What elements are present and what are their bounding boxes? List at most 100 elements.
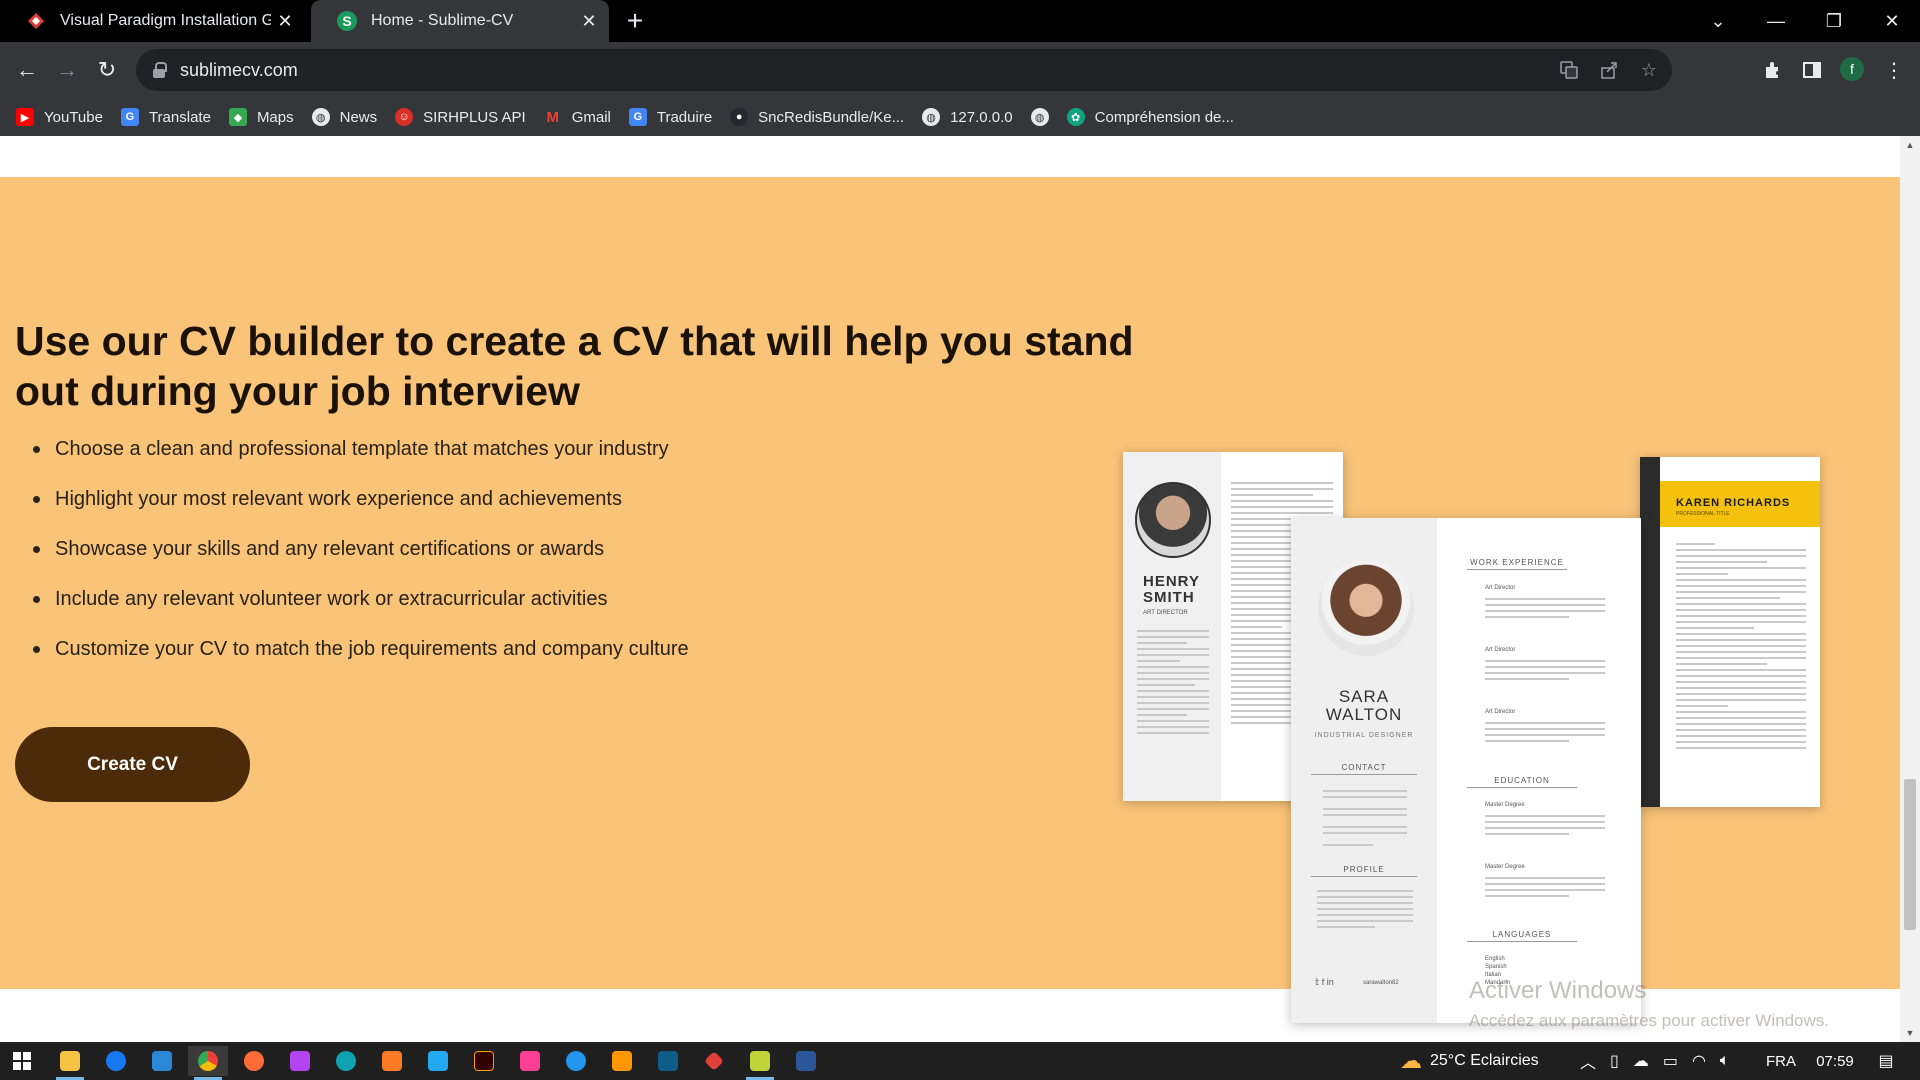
device-icon[interactable]: ▯ — [1610, 1051, 1619, 1071]
weather-widget[interactable]: ☁ 25°C Eclaircies — [1400, 1042, 1539, 1080]
cv-section-contact: CONTACT — [1311, 763, 1417, 775]
cv-template-karen-richards: KAREN RICHARDS PROFESSIONAL TITLE — [1640, 457, 1820, 807]
chrome-icon[interactable] — [188, 1046, 228, 1080]
edge-icon[interactable] — [326, 1046, 366, 1076]
cv-name: HENRY SMITH — [1143, 573, 1200, 606]
close-tab-icon[interactable]: ✕ — [575, 7, 603, 35]
reload-icon[interactable]: ↻ — [91, 54, 123, 86]
cv-section-languages: LANGUAGES — [1467, 930, 1577, 942]
feature-list: Choose a clean and professional template… — [15, 435, 689, 685]
cv-role: INDUSTRIAL DESIGNER — [1314, 732, 1414, 739]
translate-icon: G — [628, 108, 647, 126]
lock-icon[interactable] — [152, 62, 167, 78]
globe-icon: ◍ — [922, 108, 941, 126]
close-window-icon[interactable]: ✕ — [1864, 0, 1920, 42]
maps-icon: ◆ — [228, 108, 247, 126]
tab-strip: Visual Paradigm Installation Guide ✕ S H… — [0, 0, 1920, 42]
cv-placeholder-text — [1485, 660, 1605, 684]
translate-icon: G — [120, 108, 139, 126]
feature-item: Include any relevant volunteer work or e… — [15, 585, 689, 635]
cv-template-sara-walton: SARA WALTON INDUSTRIAL DESIGNER CONTACT … — [1291, 518, 1641, 1023]
bookmark-maps[interactable]: ◆ Maps — [228, 108, 294, 126]
battery-icon[interactable]: ▭ — [1663, 1051, 1678, 1071]
bookmark-localhost[interactable]: ◍ 127.0.0.0 — [922, 108, 1013, 126]
terminal-icon[interactable] — [648, 1046, 688, 1076]
create-cv-button[interactable]: Create CV — [15, 727, 250, 802]
docker-icon[interactable] — [556, 1046, 596, 1076]
sirhplus-icon: ☺ — [395, 108, 414, 126]
cv-section-profile: PROFILE — [1311, 865, 1417, 877]
feature-item: Highlight your most relevant work experi… — [15, 485, 689, 535]
cv-job-title: Art Director — [1485, 585, 1516, 591]
onedrive-icon[interactable]: ☁ — [1633, 1051, 1649, 1071]
illustrator-icon[interactable] — [464, 1046, 504, 1076]
bookmark-translate[interactable]: G Translate — [120, 108, 211, 126]
sublime-text-icon[interactable] — [602, 1046, 642, 1076]
indesign-icon[interactable] — [510, 1046, 550, 1076]
bookmark-star-icon[interactable]: ☆ — [1634, 55, 1664, 85]
scrollbar-thumb[interactable] — [1904, 779, 1916, 930]
bookmark-traduire[interactable]: G Traduire — [628, 108, 712, 126]
page-scrollbar[interactable]: ▲ ▼ — [1900, 136, 1920, 1042]
bookmark-sncredisbundle[interactable]: ● SncRedisBundle/Ke... — [730, 108, 904, 126]
extensions-icon[interactable] — [1756, 54, 1788, 86]
minimize-icon[interactable]: — — [1748, 0, 1804, 42]
side-panel-icon[interactable] — [1796, 54, 1828, 86]
file-explorer-icon[interactable] — [50, 1046, 90, 1080]
mail-icon[interactable] — [142, 1046, 182, 1076]
restore-icon[interactable]: ❐ — [1806, 0, 1862, 42]
url-text[interactable]: sublimecv.com — [180, 60, 298, 81]
forward-icon[interactable]: → — [51, 54, 83, 86]
facebook-icon[interactable] — [96, 1046, 136, 1076]
bookmark-sirhplus-api[interactable]: ☺ SIRHPLUS API — [395, 108, 526, 126]
cv-placeholder-text — [1485, 815, 1605, 839]
windows-start-icon[interactable] — [2, 1046, 42, 1076]
new-tab-button[interactable]: + — [620, 5, 650, 36]
share-icon[interactable] — [1594, 55, 1624, 85]
cv-degree: Master Degree — [1485, 864, 1525, 870]
word-icon[interactable] — [786, 1046, 826, 1076]
cv-photo — [1318, 560, 1414, 656]
back-icon[interactable]: ← — [11, 54, 43, 86]
weather-icon: ☁ — [1400, 1048, 1422, 1073]
globe-icon: ◍ — [1030, 108, 1049, 126]
bookmark-news[interactable]: ◍ News — [311, 108, 377, 126]
vscode-icon[interactable] — [418, 1046, 458, 1076]
notifications-icon[interactable]: ▤ — [1866, 1042, 1906, 1080]
phpstorm-icon[interactable] — [280, 1046, 320, 1076]
feature-item: Choose a clean and professional template… — [15, 435, 689, 485]
bookmarks-bar: ▶ YouTube G Translate ◆ Maps ◍ News ☺ SI… — [0, 98, 1920, 136]
github-icon: ● — [730, 108, 749, 126]
bookmark-gmail[interactable]: M Gmail — [543, 108, 611, 126]
hero-section: Use our CV builder to create a CV that w… — [0, 177, 1900, 1030]
tab-sublime-cv[interactable]: S Home - Sublime-CV ✕ — [311, 0, 609, 42]
media-player-icon[interactable] — [740, 1046, 780, 1080]
profile-avatar[interactable]: f — [1840, 57, 1864, 81]
tab-search-icon[interactable]: ⌄ — [1690, 0, 1746, 42]
bookmark-comprehension[interactable]: ✿ Compréhension de... — [1066, 108, 1234, 126]
system-clock[interactable]: 07:59 — [1810, 1042, 1860, 1080]
cv-section-education: EDUCATION — [1467, 776, 1577, 788]
visual-paradigm-icon[interactable] — [694, 1046, 734, 1076]
tab-visual-paradigm[interactable]: Visual Paradigm Installation Guide ✕ — [0, 0, 305, 42]
wifi-icon[interactable]: ◠ — [1692, 1051, 1706, 1071]
scroll-up-icon[interactable]: ▲ — [1905, 140, 1915, 150]
bookmark-youtube[interactable]: ▶ YouTube — [16, 108, 103, 126]
show-hidden-icons-icon[interactable]: ︿ — [1580, 1049, 1596, 1073]
cv-name: SARA WALTON — [1325, 687, 1403, 724]
cv-job-title: Art Director — [1485, 709, 1516, 715]
volume-icon[interactable]: 🔈︎ — [1720, 1052, 1730, 1070]
xampp-icon[interactable] — [372, 1046, 412, 1076]
cv-language: Spanish — [1485, 964, 1507, 970]
close-tab-icon[interactable]: ✕ — [271, 7, 299, 35]
address-bar[interactable]: sublimecv.com ☆ — [136, 49, 1672, 91]
cv-language: English — [1485, 956, 1505, 962]
input-language[interactable]: FRA — [1766, 1042, 1796, 1080]
windows-taskbar: ☁ 25°C Eclaircies ︿ ▯ ☁ ▭ ◠ 🔈︎ FRA 07:59… — [0, 1042, 1920, 1080]
cv-degree: Master Degree — [1485, 802, 1525, 808]
menu-icon[interactable]: ⋮ — [1878, 54, 1910, 86]
translate-page-icon[interactable] — [1554, 55, 1584, 85]
postman-icon[interactable] — [234, 1046, 274, 1076]
scroll-down-icon[interactable]: ▼ — [1905, 1028, 1915, 1038]
bookmark-untitled[interactable]: ◍ — [1030, 108, 1049, 126]
